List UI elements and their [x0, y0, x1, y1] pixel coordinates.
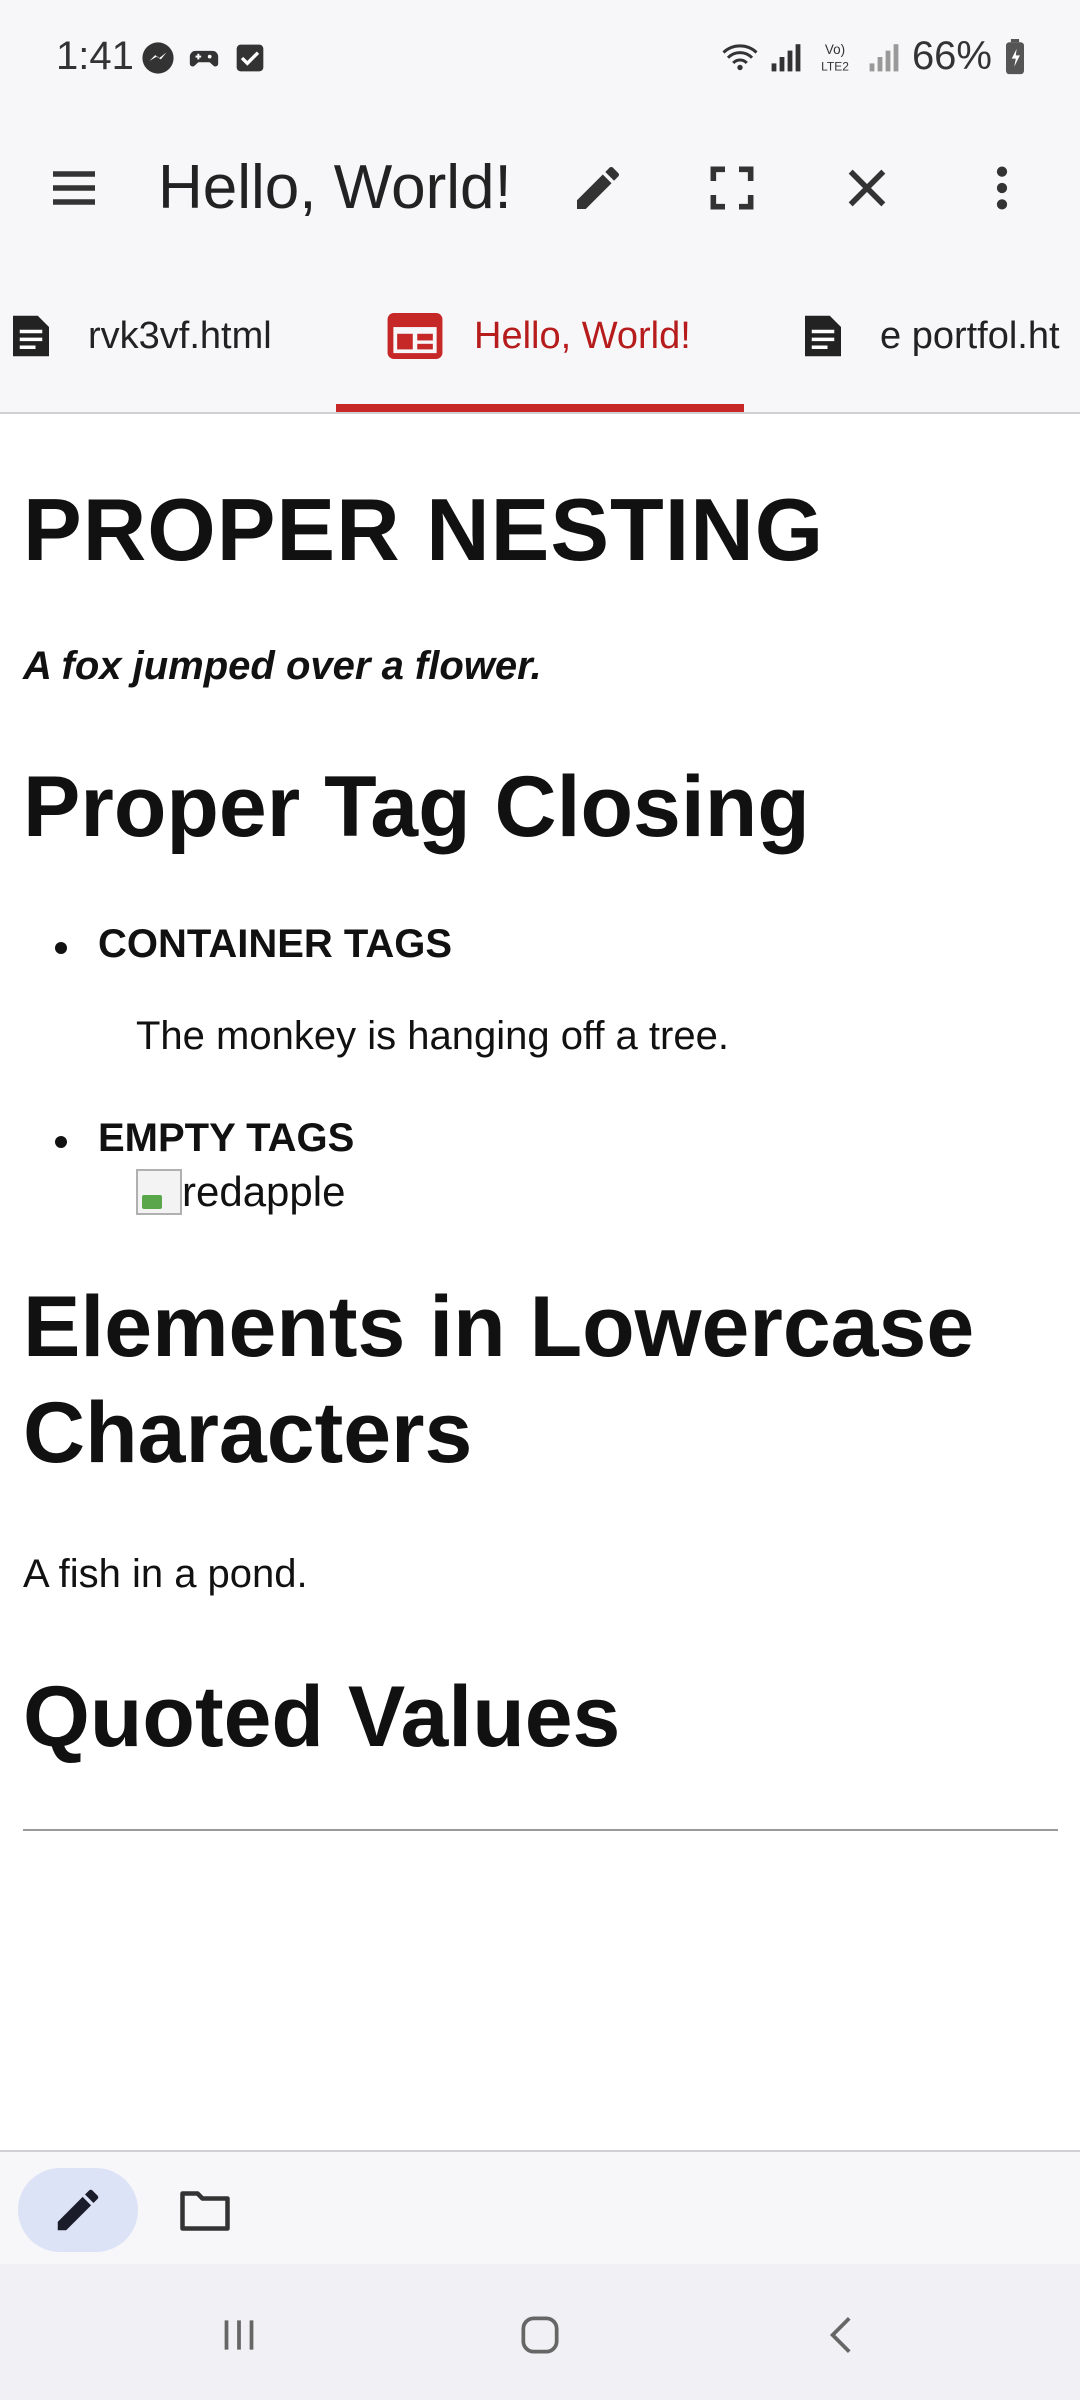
notification-icons	[140, 40, 268, 76]
tab-label: Hello, World!	[474, 314, 691, 357]
menu-button[interactable]	[42, 156, 106, 220]
home-button[interactable]	[505, 2300, 575, 2370]
broken-image-icon	[136, 1169, 182, 1215]
svg-text:LTE2: LTE2	[821, 59, 849, 73]
list-item-empty-tags: EMPTY TAGS	[54, 1116, 355, 1160]
heading-lowercase: Elements in Lowercase Characters	[23, 1279, 975, 1481]
tab-label: rvk3vf.html	[88, 314, 272, 357]
app-title: Hello, World!	[158, 153, 512, 222]
signal-icon-2	[866, 39, 902, 75]
edit-button[interactable]	[566, 156, 630, 220]
game-controller-icon	[186, 40, 222, 76]
web-preview-icon	[387, 313, 443, 359]
battery-icon	[1002, 38, 1028, 75]
messenger-icon	[140, 40, 176, 76]
heading-quoted-values: Quoted Values	[23, 1669, 621, 1765]
bottom-toolbar	[0, 2150, 1080, 2264]
fox-sentence: A fox jumped over a flower.	[23, 644, 542, 688]
battery-percent: 66%	[911, 34, 992, 78]
folder-button[interactable]	[170, 2176, 240, 2246]
more-vert-icon	[996, 166, 1008, 210]
more-options-button[interactable]	[970, 156, 1034, 220]
status-bar: 1:41 Vo) LTE2 66%	[0, 0, 1080, 116]
fish-sentence: A fish in a pond.	[23, 1552, 308, 1596]
document-icon	[805, 315, 841, 357]
back-button[interactable]	[808, 2300, 878, 2370]
file-tabs: rvk3vf.html Hello, World! e portfol.ht	[0, 260, 1080, 414]
monkey-sentence: The monkey is hanging off a tree.	[136, 1014, 729, 1058]
document-icon	[13, 315, 49, 357]
system-icons: Vo) LTE2 66%	[722, 34, 1028, 79]
tab-e-portfol[interactable]: e portfol.ht	[796, 260, 1060, 412]
home-icon	[521, 2316, 559, 2354]
checkbox-icon	[232, 40, 268, 76]
back-icon	[829, 2317, 851, 2353]
tab-rvk3vf[interactable]: rvk3vf.html	[4, 260, 272, 412]
wifi-icon	[722, 39, 758, 75]
system-nav-bar	[0, 2264, 1080, 2400]
horizontal-rule	[23, 1829, 1058, 1831]
folder-icon	[180, 2191, 230, 2231]
menu-icon	[53, 171, 95, 205]
status-time: 1:41	[56, 34, 134, 78]
fullscreen-button[interactable]	[700, 156, 764, 220]
edit-mode-button[interactable]	[18, 2168, 138, 2252]
tab-label: e portfol.ht	[880, 314, 1060, 357]
active-tab-indicator	[336, 404, 744, 412]
signal-icon	[768, 39, 804, 75]
edit-icon	[577, 166, 620, 209]
recents-button[interactable]	[204, 2300, 274, 2370]
close-button[interactable]	[835, 156, 899, 220]
tab-hello-world[interactable]: Hello, World!	[386, 260, 691, 412]
close-icon	[848, 169, 886, 207]
broken-image: redapple	[136, 1168, 345, 1216]
svg-text:Vo): Vo)	[825, 42, 845, 57]
edit-icon	[57, 2189, 99, 2231]
volte-icon: Vo) LTE2	[814, 39, 856, 75]
fullscreen-icon	[710, 166, 754, 210]
heading-proper-tag-closing: Proper Tag Closing	[23, 759, 810, 855]
heading-proper-nesting: PROPER NESTING	[23, 480, 825, 579]
app-bar: Hello, World!	[0, 116, 1080, 260]
list-item-container-tags: CONTAINER TAGS	[54, 922, 453, 966]
image-alt-text: redapple	[182, 1168, 346, 1215]
recents-icon	[224, 2320, 254, 2350]
